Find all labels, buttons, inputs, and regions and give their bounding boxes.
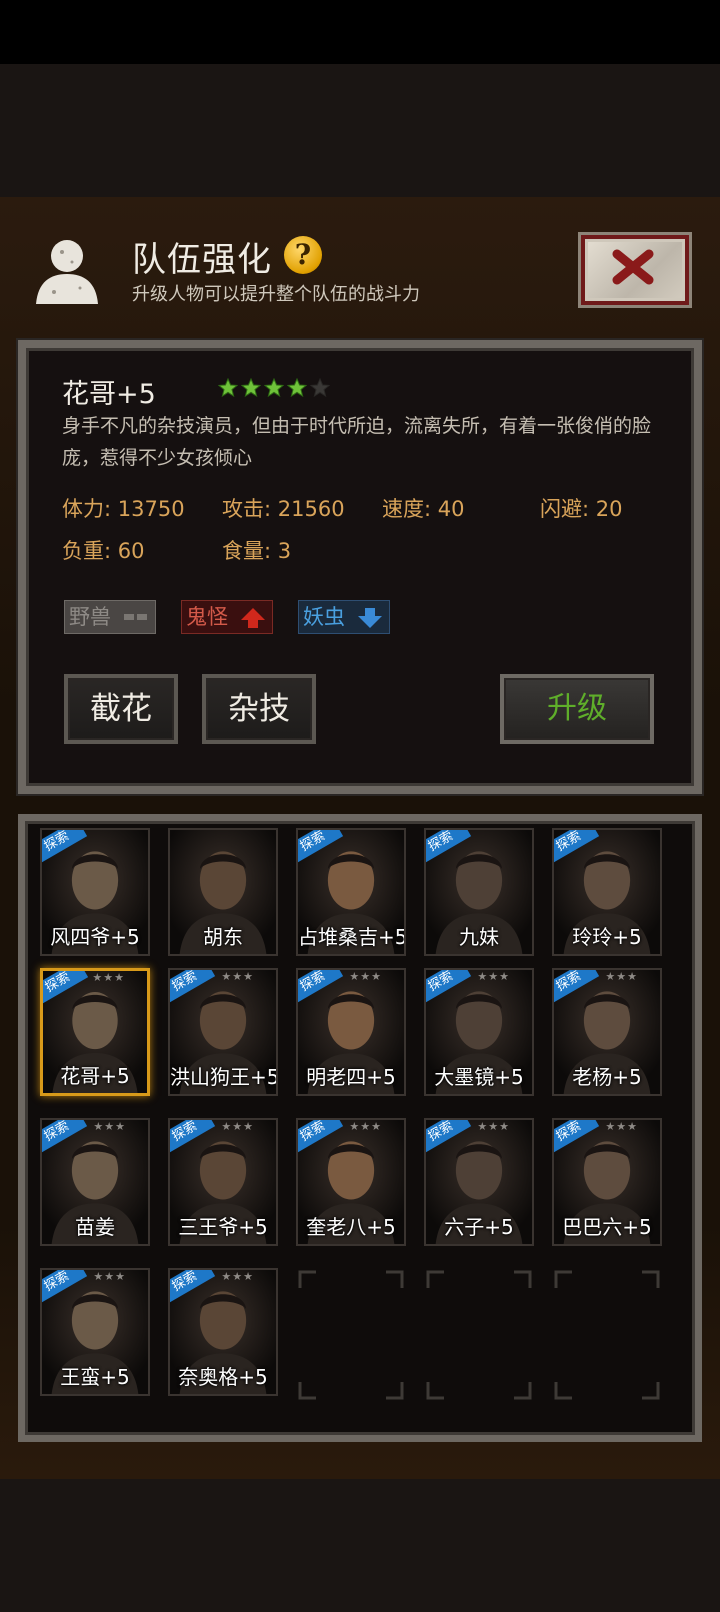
card-rating: ★★★ (92, 971, 125, 984)
roster-card[interactable]: 探索 ★★★ 奈奥格+5 (168, 1268, 278, 1396)
card-rating: ★★★ (477, 1120, 510, 1133)
card-rating: ★★★ (221, 970, 254, 983)
character-rating (218, 378, 330, 398)
card-name: 花哥+5 (60, 1064, 130, 1088)
card-rating: ★★★ (221, 1270, 254, 1283)
card-name: 王蛮+5 (60, 1365, 130, 1389)
roster-card[interactable]: 探索 ★★★ 洪山狗王+5 (168, 968, 278, 1096)
arrow-down-icon (358, 608, 382, 628)
roster-card[interactable]: 探索 九妹 (424, 828, 534, 956)
arrow-up-icon (241, 608, 265, 628)
close-button[interactable] (578, 232, 692, 308)
roster-card[interactable]: 探索 ★★★ 巴巴六+5 (552, 1118, 662, 1246)
card-rating: ★★★ (349, 1120, 382, 1133)
page-subtitle: 升级人物可以提升整个队伍的战斗力 (132, 284, 420, 305)
roster-card[interactable]: 探索 风四爷+5 (40, 828, 150, 956)
roster-card[interactable]: 探索 ★★★ 老杨+5 (552, 968, 662, 1096)
card-rating: ★★★ (477, 970, 510, 983)
empty-slot (554, 1270, 660, 1400)
card-name: 洪山狗王+5 (170, 1065, 278, 1089)
star-empty-icon (310, 378, 330, 398)
card-rating: ★★★ (605, 1120, 638, 1133)
roster-card[interactable]: 探索 ★★★ 苗姜 (40, 1118, 150, 1246)
card-rating: ★★★ (221, 1120, 254, 1133)
skill-button-zaji[interactable]: 杂技 (202, 674, 316, 744)
card-name: 九妹 (459, 925, 499, 949)
card-name: 六子+5 (444, 1215, 514, 1239)
bottom-background (0, 1479, 720, 1612)
card-name: 胡东 (203, 925, 243, 949)
help-icon[interactable]: ? (284, 236, 322, 274)
tag-label: 妖虫 (303, 605, 345, 629)
tag-label: 鬼怪 (186, 605, 228, 629)
card-name: 玲玲+5 (572, 925, 642, 949)
character-name: 花哥+5 (62, 379, 156, 410)
card-name: 明老四+5 (306, 1065, 396, 1089)
card-rating: ★★★ (93, 1270, 126, 1283)
card-name: 巴巴六+5 (562, 1215, 652, 1239)
character-description: 身手不凡的杂技演员，但由于时代所迫，流离失所，有着一张俊俏的脸庞，惹得不少女孩倾… (62, 415, 652, 469)
star-filled-icon (218, 378, 238, 398)
stat-stamina: 体力: 13750 (62, 497, 185, 521)
roster-card[interactable]: 探索 ★★★ 奎老八+5 (296, 1118, 406, 1246)
roster-card[interactable]: 探索 ★★★ 花哥+5 (40, 968, 150, 1096)
stat-food: 食量: 3 (222, 539, 292, 563)
card-rating: ★★★ (605, 970, 638, 983)
card-name: 三王爷+5 (178, 1215, 268, 1239)
roster-card[interactable]: 胡东 (168, 828, 278, 956)
star-filled-icon (287, 378, 307, 398)
page-title: 队伍强化 (132, 240, 272, 280)
roster-card[interactable]: 探索 ★★★ 明老四+5 (296, 968, 406, 1096)
roster-card[interactable]: 探索 ★★★ 王蛮+5 (40, 1268, 150, 1396)
upgrade-button[interactable]: 升级 (500, 674, 654, 744)
card-name: 奎老八+5 (306, 1215, 396, 1239)
neutral-icon (124, 614, 147, 620)
card-name: 苗姜 (75, 1215, 115, 1239)
stat-speed: 速度: 40 (382, 497, 465, 521)
tag-beast: 野兽 (64, 600, 156, 634)
skill-button-jiehua[interactable]: 截花 (64, 674, 178, 744)
card-name: 大墨镜+5 (434, 1065, 524, 1089)
card-rating: ★★★ (349, 970, 382, 983)
card-name: 风四爷+5 (50, 925, 140, 949)
tag-ghost: 鬼怪 (181, 600, 273, 634)
stat-dodge: 闪避: 20 (540, 497, 623, 521)
tag-label: 野兽 (69, 605, 111, 629)
roster-card[interactable]: 探索 ★★★ 三王爷+5 (168, 1118, 278, 1246)
close-icon (612, 249, 654, 285)
empty-slot (298, 1270, 404, 1400)
card-name: 占堆桑吉+5 (298, 925, 406, 949)
card-name: 老杨+5 (572, 1065, 642, 1089)
roster-card[interactable]: 探索 玲玲+5 (552, 828, 662, 956)
stat-load: 负重: 60 (62, 539, 145, 563)
team-avatar-icon (36, 240, 98, 304)
status-bar (0, 0, 720, 64)
stat-attack: 攻击: 21560 (222, 497, 345, 521)
roster-card[interactable]: 探索 ★★★ 六子+5 (424, 1118, 534, 1246)
star-filled-icon (241, 378, 261, 398)
empty-slot (426, 1270, 532, 1400)
roster-card[interactable]: 探索 占堆桑吉+5 (296, 828, 406, 956)
roster-card[interactable]: 探索 ★★★ 大墨镜+5 (424, 968, 534, 1096)
star-filled-icon (264, 378, 284, 398)
card-name: 奈奥格+5 (178, 1365, 268, 1389)
card-rating: ★★★ (93, 1120, 126, 1133)
tag-insect: 妖虫 (298, 600, 390, 634)
